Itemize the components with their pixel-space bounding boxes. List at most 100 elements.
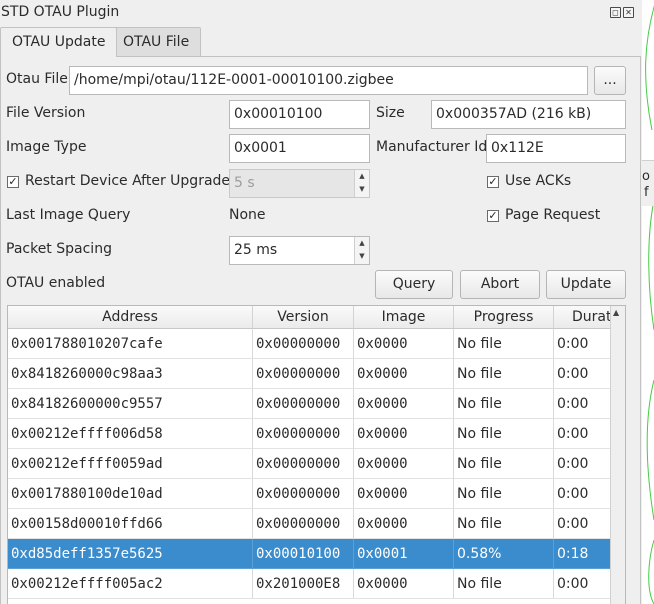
size-field[interactable]: 0x000357AD (216 kB) (431, 100, 626, 129)
packet-spacing-spinbox[interactable]: 25 ms ▲ ▼ (229, 236, 370, 265)
cell-image: 0x0000 (354, 329, 454, 359)
otau-file-field[interactable]: /home/mpi/otau/112E-0001-00010100.zigbee (69, 66, 588, 95)
table-row[interactable]: 0x00212effff0059ad 0x00000000 0x0000 No fil… (8, 449, 611, 479)
cell-image: 0x0000 (354, 419, 454, 449)
column-header-duration[interactable]: Durat (554, 306, 611, 329)
cell-address: 0x0017880100de10ad (8, 479, 253, 509)
scroll-up-icon[interactable]: ▲ (613, 308, 619, 317)
cell-progress: 0.58% (454, 539, 554, 569)
restart-delay-spinbox: 5 s ▲ ▼ (229, 169, 370, 198)
column-header-progress[interactable]: Progress (454, 306, 554, 329)
cell-duration: 0:00 (554, 479, 611, 509)
node-table: Address Version Image Progress Durat 0x0… (7, 305, 626, 604)
cell-progress: No file (454, 449, 554, 479)
restart-label: Restart Device After Upgrade (25, 173, 231, 189)
cell-progress: No file (454, 389, 554, 419)
manufacturer-id-label: Manufacturer Id (376, 139, 488, 155)
cell-address: 0x00212effff006d58 (8, 419, 253, 449)
table-vertical-scrollbar[interactable]: ▲ (610, 306, 625, 604)
use-acks-checkbox[interactable]: ✓ (487, 176, 499, 188)
query-button[interactable]: Query (375, 270, 453, 299)
restart-delay-spin-buttons: ▲ ▼ (354, 170, 369, 197)
size-label: Size (376, 105, 405, 121)
packet-spacing-spin-buttons[interactable]: ▲ ▼ (354, 237, 369, 264)
window-title: STD OTAU Plugin (1, 4, 120, 20)
table-row[interactable]: 0x00212effff006d58 0x00000000 0x0000 No fil… (8, 419, 611, 449)
tab-otau-update-label: OTAU Update (12, 34, 106, 50)
table-row[interactable]: 0x00212effff005ac2 0x201000E8 0x0000 No fil… (8, 569, 611, 599)
cell-duration: 0:00 (554, 419, 611, 449)
manufacturer-id-field[interactable]: 0x112E (486, 134, 626, 163)
cell-image: 0x0000 (354, 359, 454, 389)
background-partial-text: f (644, 185, 649, 200)
update-button[interactable]: Update (546, 270, 626, 299)
column-header-image[interactable]: Image (354, 306, 454, 329)
float-icon[interactable]: ◻ (610, 7, 621, 18)
restart-checkbox[interactable]: ✓ (7, 176, 19, 188)
cell-duration: 0:00 (554, 449, 611, 479)
otau-status-text: OTAU enabled (6, 275, 106, 291)
image-type-field[interactable]: 0x0001 (229, 134, 370, 163)
column-header-version[interactable]: Version (253, 306, 354, 329)
cell-version: 0x00010100 (253, 539, 354, 569)
restart-delay-value: 5 s (234, 175, 255, 191)
table-row[interactable]: 0x00158d00010ffd66 0x00000000 0x0000 No fil… (8, 509, 611, 539)
cell-image: 0x0000 (354, 449, 454, 479)
cell-version: 0x00000000 (253, 329, 354, 359)
cell-duration: 0:00 (554, 359, 611, 389)
close-icon[interactable]: ✕ (623, 7, 634, 18)
spin-up-icon[interactable]: ▲ (355, 237, 369, 250)
packet-spacing-label: Packet Spacing (6, 241, 112, 257)
cell-duration: 0:00 (554, 329, 611, 359)
column-header-address[interactable]: Address (8, 306, 253, 329)
last-image-query-label: Last Image Query (6, 207, 131, 223)
cell-version: 0x00000000 (253, 509, 354, 539)
tab-otau-file-label: OTAU File (123, 34, 190, 50)
cell-duration: 0:00 (554, 569, 611, 599)
cell-progress: No file (454, 419, 554, 449)
background-widget: o f (642, 160, 654, 206)
last-image-query-value: None (229, 207, 266, 223)
spin-up-icon: ▲ (359, 172, 365, 180)
cell-image: 0x0000 (354, 509, 454, 539)
cell-progress: No file (454, 479, 554, 509)
table-row[interactable]: 0xd85deff1357e5625 0x00010100 0x0001 0.58% 0… (8, 539, 611, 569)
cell-duration: 0:18 (554, 539, 611, 569)
abort-button[interactable]: Abort (460, 270, 540, 299)
cell-duration: 0:00 (554, 509, 611, 539)
table-row[interactable]: 0x0017880100de10ad 0x00000000 0x0000 No fil… (8, 479, 611, 509)
cell-version: 0x00000000 (253, 419, 354, 449)
browse-button[interactable]: ... (594, 66, 626, 95)
table-row[interactable]: 0x001788010207cafe 0x00000000 0x0000 No fil… (8, 329, 611, 359)
tab-otau-update[interactable]: OTAU Update (0, 27, 118, 57)
spin-down-icon: ▼ (359, 185, 365, 193)
cell-address: 0x8418260000c98aa3 (8, 359, 253, 389)
background-graph-curves (645, 5, 654, 604)
cell-image: 0x0000 (354, 569, 454, 599)
tab-otau-file[interactable]: OTAU File (111, 27, 202, 56)
title-bar: STD OTAU Plugin ◻ ✕ (0, 0, 642, 26)
cell-version: 0x00000000 (253, 449, 354, 479)
cell-version: 0x00000000 (253, 389, 354, 419)
cell-progress: No file (454, 359, 554, 389)
cell-image: 0x0001 (354, 539, 454, 569)
page-request-label: Page Request (505, 207, 601, 223)
cell-version: 0x00000000 (253, 479, 354, 509)
page-request-checkbox[interactable]: ✓ (487, 210, 499, 222)
cell-progress: No file (454, 509, 554, 539)
cell-address: 0x00212effff005ac2 (8, 569, 253, 599)
cell-address: 0xd85deff1357e5625 (8, 539, 253, 569)
cell-version: 0x201000E8 (253, 569, 354, 599)
use-acks-label: Use ACKs (505, 173, 572, 189)
spin-down-icon[interactable]: ▼ (355, 250, 369, 263)
table-row[interactable]: 0x84182600000c9557 0x00000000 0x0000 No fil… (8, 389, 611, 419)
background-partial-text: o (642, 169, 650, 184)
cell-address: 0x00158d00010ffd66 (8, 509, 253, 539)
background-window-edge: o f (642, 0, 654, 604)
file-version-field[interactable]: 0x00010100 (229, 100, 370, 129)
cell-duration: 0:00 (554, 389, 611, 419)
cell-progress: No file (454, 569, 554, 599)
packet-spacing-value: 25 ms (234, 242, 278, 258)
table-row[interactable]: 0x8418260000c98aa3 0x00000000 0x0000 No fil… (8, 359, 611, 389)
cell-address: 0x84182600000c9557 (8, 389, 253, 419)
